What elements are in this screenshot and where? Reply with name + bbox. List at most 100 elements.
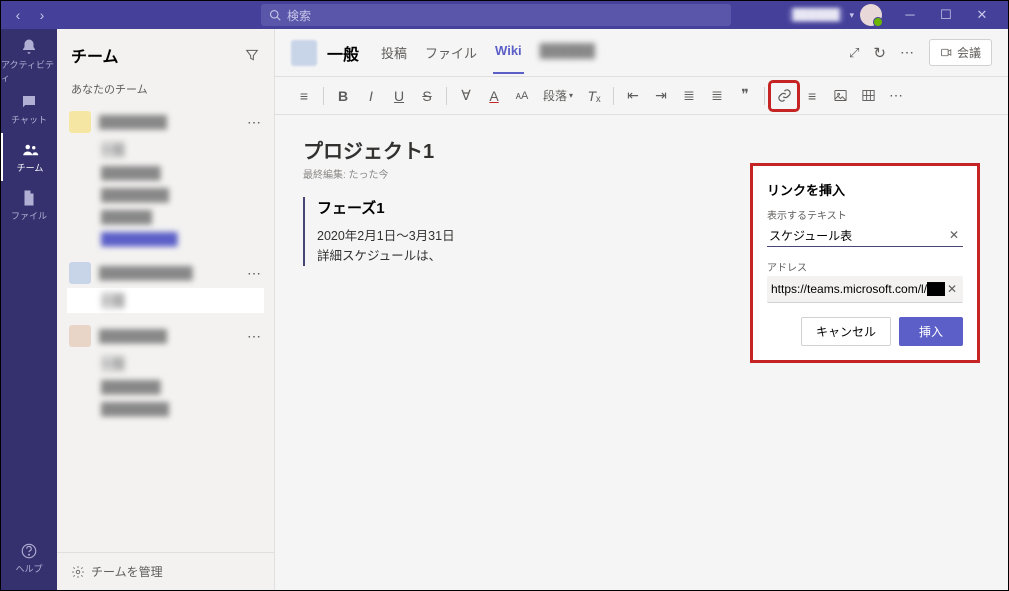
- outdent-button[interactable]: ⇤: [620, 83, 646, 109]
- team-avatar: [69, 262, 91, 284]
- rail-label: ヘルプ: [15, 562, 42, 575]
- team-avatar: [69, 111, 91, 133]
- file-icon: [20, 189, 38, 207]
- image-button[interactable]: [827, 83, 853, 109]
- rail-label: チャット: [11, 113, 47, 126]
- channel-header: 一般 投稿 ファイル Wiki ██████ ⤢ ↻ ⋯ 会議: [275, 29, 1008, 77]
- rail-teams[interactable]: チーム: [1, 133, 57, 181]
- address-field[interactable]: ✕: [767, 276, 963, 303]
- rail-activity[interactable]: アクティビティ: [1, 37, 57, 85]
- italic-button[interactable]: I: [358, 83, 384, 109]
- page-title[interactable]: プロジェクト1: [303, 135, 980, 164]
- rail-label: チーム: [17, 161, 44, 174]
- hamburger-icon[interactable]: ≡: [291, 83, 317, 109]
- display-text-field[interactable]: ✕: [767, 224, 963, 247]
- font-size-button[interactable]: ᴀA: [509, 83, 535, 109]
- team-item: ████████ ⋯ 一般 ███████ ████████: [57, 317, 274, 424]
- channel-title: 一般: [327, 41, 359, 65]
- channel-item[interactable]: ███████: [67, 376, 264, 398]
- insert-link-popup: リンクを挿入 表示するテキスト ✕ アドレス ✕ キャンセル 挿入: [750, 163, 980, 363]
- window-maximize-icon[interactable]: ☐: [928, 7, 964, 23]
- link-button[interactable]: [771, 83, 797, 109]
- chat-icon: [20, 93, 38, 111]
- app-rail: アクティビティ チャット チーム ファイル ヘルプ: [1, 29, 57, 590]
- clear-address-icon[interactable]: ✕: [945, 282, 959, 296]
- rail-chat[interactable]: チャット: [1, 85, 57, 133]
- tab-wiki[interactable]: Wiki: [493, 31, 524, 74]
- bullet-list-button[interactable]: ≣: [676, 83, 702, 109]
- address-label: アドレス: [767, 259, 963, 274]
- channel-avatar: [291, 40, 317, 66]
- more-icon[interactable]: ⋯: [247, 265, 262, 282]
- hr-button[interactable]: ≡: [799, 83, 825, 109]
- paragraph-select[interactable]: 段落 ▾: [537, 83, 579, 109]
- tab-posts[interactable]: 投稿: [379, 31, 409, 74]
- channel-item[interactable]: █████████: [67, 228, 264, 250]
- channel-item[interactable]: ██████: [67, 206, 264, 228]
- tab-extra[interactable]: ██████: [538, 31, 597, 74]
- channel-item[interactable]: 一般: [67, 137, 264, 162]
- search-icon: [269, 9, 281, 21]
- highlight-button[interactable]: ∀: [453, 83, 479, 109]
- address-input[interactable]: [771, 282, 945, 296]
- cancel-button[interactable]: キャンセル: [801, 317, 891, 346]
- search-box[interactable]: 検索: [261, 4, 731, 26]
- channel-item[interactable]: 一般: [67, 351, 264, 376]
- insert-button[interactable]: 挿入: [899, 317, 963, 346]
- text-label: 表示するテキスト: [767, 207, 963, 222]
- strike-button[interactable]: S: [414, 83, 440, 109]
- more-icon[interactable]: ⋯: [247, 114, 262, 131]
- clear-format-button[interactable]: Tₓ: [581, 83, 607, 109]
- quote-button[interactable]: ❞: [732, 83, 758, 109]
- avatar[interactable]: [860, 4, 882, 26]
- refresh-icon[interactable]: ↻: [873, 44, 886, 62]
- format-toolbar: ≡ B I U S ∀ A ᴀA 段落 ▾ Tₓ ⇤ ⇥ ≣ ≣ ❞ ≡ ⋯: [275, 77, 1008, 115]
- team-header[interactable]: ████████ ⋯: [67, 107, 264, 137]
- window-close-icon[interactable]: ✕: [964, 7, 1000, 23]
- bold-button[interactable]: B: [330, 83, 356, 109]
- font-color-button[interactable]: A: [481, 83, 507, 109]
- people-icon: [21, 141, 39, 159]
- meet-button[interactable]: 会議: [929, 39, 992, 66]
- indent-button[interactable]: ⇥: [648, 83, 674, 109]
- tab-files[interactable]: ファイル: [423, 31, 479, 74]
- rail-help[interactable]: ヘルプ: [1, 534, 57, 582]
- more-format-icon[interactable]: ⋯: [883, 83, 909, 109]
- sidebar-title: チーム: [71, 43, 119, 67]
- channel-item[interactable]: ███████: [67, 162, 264, 184]
- bell-icon: [20, 38, 38, 56]
- nav-back-icon[interactable]: ‹: [9, 7, 27, 23]
- channel-item[interactable]: 一般: [67, 288, 264, 313]
- clear-text-icon[interactable]: ✕: [947, 228, 961, 242]
- user-menu[interactable]: ██████ ▾: [789, 4, 882, 26]
- search-placeholder: 検索: [287, 7, 311, 24]
- help-icon: [20, 542, 38, 560]
- title-bar: ‹ › 検索 ██████ ▾ ─ ☐ ✕: [1, 1, 1008, 29]
- team-header[interactable]: ███████████ ⋯: [67, 258, 264, 288]
- tabs: 投稿 ファイル Wiki ██████: [379, 31, 597, 74]
- manage-teams[interactable]: チームを管理: [57, 552, 274, 590]
- expand-icon[interactable]: ⤢: [849, 45, 859, 61]
- channel-item[interactable]: ████████: [67, 398, 264, 420]
- team-avatar: [69, 325, 91, 347]
- team-item: ████████ ⋯ 一般 ███████ ████████ ██████ ██…: [57, 103, 274, 254]
- sidebar: チーム あなたのチーム ████████ ⋯ 一般 ███████ ██████…: [57, 29, 275, 590]
- table-button[interactable]: [855, 83, 881, 109]
- sidebar-section-label: あなたのチーム: [57, 77, 274, 103]
- display-text-input[interactable]: [769, 228, 947, 242]
- nav-forward-icon[interactable]: ›: [33, 7, 51, 23]
- more-icon[interactable]: ⋯: [247, 328, 262, 345]
- video-icon: [940, 46, 953, 59]
- rail-files[interactable]: ファイル: [1, 181, 57, 229]
- main-area: 一般 投稿 ファイル Wiki ██████ ⤢ ↻ ⋯ 会議 ≡ B I: [275, 29, 1008, 590]
- channel-item[interactable]: ████████: [67, 184, 264, 206]
- window-minimize-icon[interactable]: ─: [892, 7, 928, 23]
- team-name: ████████: [99, 115, 167, 129]
- underline-button[interactable]: U: [386, 83, 412, 109]
- filter-icon[interactable]: [244, 47, 260, 63]
- number-list-button[interactable]: ≣: [704, 83, 730, 109]
- team-header[interactable]: ████████ ⋯: [67, 321, 264, 351]
- more-icon[interactable]: ⋯: [900, 44, 915, 61]
- rail-label: アクティビティ: [1, 58, 57, 84]
- team-name: ████████: [99, 329, 167, 343]
